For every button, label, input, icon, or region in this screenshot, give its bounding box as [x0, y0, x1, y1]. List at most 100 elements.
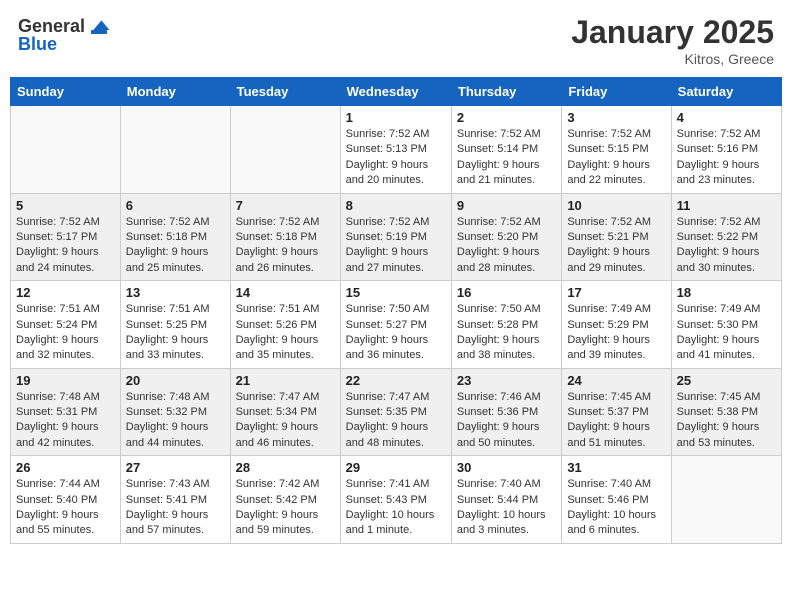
- table-row: [120, 106, 230, 194]
- day-number: 19: [16, 373, 115, 388]
- day-number: 25: [677, 373, 776, 388]
- table-row: 21Sunrise: 7:47 AM Sunset: 5:34 PM Dayli…: [230, 368, 340, 456]
- location-subtitle: Kitros, Greece: [571, 51, 774, 67]
- day-number: 6: [126, 198, 225, 213]
- day-number: 9: [457, 198, 556, 213]
- table-row: 25 Sunrise: 7:45 AM Sunset: 5:38 PM Dayli…: [671, 368, 781, 456]
- day-info: Sunrise: 7:45 AM Sunset: 5:37 PM Dayligh…: [567, 390, 665, 452]
- day-info: Sunrise: 7:40 AM Sunset: 5:46 PM Dayligh…: [567, 477, 665, 539]
- day-info: Sunrise: 7:52 AM Sunset: 5:17 PM Dayligh…: [16, 215, 115, 277]
- table-row: 14 Sunrise: 7:51 AM Sunset: 5:26 PM Dayli…: [230, 281, 340, 369]
- day-number: 27: [126, 460, 225, 475]
- table-row: 1Sunrise: 7:52 AM Sunset: 5:13 PM Daylig…: [340, 106, 451, 194]
- table-row: [230, 106, 340, 194]
- table-row: 16 Sunrise: 7:50 AM Sunset: 5:28 PM Dayli…: [451, 281, 561, 369]
- day-info: Sunrise: 7:52 AM Sunset: 5:14 PM Dayligh…: [457, 127, 556, 189]
- weekday-header-tuesday: Tuesday: [230, 78, 340, 106]
- weekday-header-sunday: Sunday: [11, 78, 121, 106]
- logo-blue-text: Blue: [18, 34, 57, 55]
- table-row: 24 Sunrise: 7:45 AM Sunset: 5:37 PM Dayli…: [562, 368, 671, 456]
- day-number: 2: [457, 110, 556, 125]
- day-info: Sunrise: 7:43 AM Sunset: 5:41 PM Dayligh…: [126, 477, 225, 539]
- table-row: 28Sunrise: 7:42 AM Sunset: 5:42 PM Dayli…: [230, 456, 340, 544]
- day-number: 5: [16, 198, 115, 213]
- table-row: 8 Sunrise: 7:52 AM Sunset: 5:19 PM Daylig…: [340, 193, 451, 281]
- day-number: 10: [567, 198, 665, 213]
- day-number: 8: [346, 198, 446, 213]
- day-info: Sunrise: 7:44 AM Sunset: 5:40 PM Dayligh…: [16, 477, 115, 539]
- day-number: 7: [236, 198, 335, 213]
- day-number: 31: [567, 460, 665, 475]
- day-info: Sunrise: 7:52 AM Sunset: 5:18 PM Dayligh…: [126, 215, 225, 277]
- weekday-header-saturday: Saturday: [671, 78, 781, 106]
- day-number: 22: [346, 373, 446, 388]
- weekday-header-row: SundayMondayTuesdayWednesdayThursdayFrid…: [11, 78, 782, 106]
- calendar-week-row: 19Sunrise: 7:48 AM Sunset: 5:31 PM Dayli…: [11, 368, 782, 456]
- logo: General Blue: [18, 14, 111, 55]
- month-title: January 2025: [571, 14, 774, 51]
- day-number: 30: [457, 460, 556, 475]
- calendar-week-row: 1Sunrise: 7:52 AM Sunset: 5:13 PM Daylig…: [11, 106, 782, 194]
- weekday-header-monday: Monday: [120, 78, 230, 106]
- table-row: 26 Sunrise: 7:44 AM Sunset: 5:40 PM Dayli…: [11, 456, 121, 544]
- table-row: 27 Sunrise: 7:43 AM Sunset: 5:41 PM Dayli…: [120, 456, 230, 544]
- weekday-header-wednesday: Wednesday: [340, 78, 451, 106]
- day-info: Sunrise: 7:41 AM Sunset: 5:43 PM Dayligh…: [346, 477, 446, 539]
- day-number: 12: [16, 285, 115, 300]
- table-row: 30Sunrise: 7:40 AM Sunset: 5:44 PM Dayli…: [451, 456, 561, 544]
- table-row: 17 Sunrise: 7:49 AM Sunset: 5:29 PM Dayli…: [562, 281, 671, 369]
- day-info: Sunrise: 7:52 AM Sunset: 5:15 PM Dayligh…: [567, 127, 665, 189]
- day-info: Sunrise: 7:51 AM Sunset: 5:26 PM Dayligh…: [236, 302, 335, 364]
- day-info: Sunrise: 7:50 AM Sunset: 5:28 PM Dayligh…: [457, 302, 556, 364]
- weekday-header-friday: Friday: [562, 78, 671, 106]
- table-row: 13 Sunrise: 7:51 AM Sunset: 5:25 PM Dayli…: [120, 281, 230, 369]
- day-number: 3: [567, 110, 665, 125]
- day-number: 14: [236, 285, 335, 300]
- table-row: 22 Sunrise: 7:47 AM Sunset: 5:35 PM Dayli…: [340, 368, 451, 456]
- day-info: Sunrise: 7:42 AM Sunset: 5:42 PM Dayligh…: [236, 477, 335, 539]
- day-info: Sunrise: 7:52 AM Sunset: 5:13 PM Dayligh…: [346, 127, 446, 189]
- day-info: Sunrise: 7:52 AM Sunset: 5:20 PM Dayligh…: [457, 215, 556, 277]
- day-info: Sunrise: 7:47 AM Sunset: 5:35 PM Dayligh…: [346, 390, 446, 452]
- table-row: 10Sunrise: 7:52 AM Sunset: 5:21 PM Dayli…: [562, 193, 671, 281]
- calendar-week-row: 5 Sunrise: 7:52 AM Sunset: 5:17 PM Daylig…: [11, 193, 782, 281]
- calendar: SundayMondayTuesdayWednesdayThursdayFrid…: [10, 77, 782, 544]
- day-info: Sunrise: 7:51 AM Sunset: 5:25 PM Dayligh…: [126, 302, 225, 364]
- day-number: 11: [677, 198, 776, 213]
- table-row: 11 Sunrise: 7:52 AM Sunset: 5:22 PM Dayli…: [671, 193, 781, 281]
- title-section: January 2025 Kitros, Greece: [571, 14, 774, 67]
- weekday-header-thursday: Thursday: [451, 78, 561, 106]
- table-row: 31 Sunrise: 7:40 AM Sunset: 5:46 PM Dayli…: [562, 456, 671, 544]
- day-info: Sunrise: 7:49 AM Sunset: 5:30 PM Dayligh…: [677, 302, 776, 364]
- table-row: 23 Sunrise: 7:46 AM Sunset: 5:36 PM Dayli…: [451, 368, 561, 456]
- day-info: Sunrise: 7:46 AM Sunset: 5:36 PM Dayligh…: [457, 390, 556, 452]
- table-row: 7Sunrise: 7:52 AM Sunset: 5:18 PM Daylig…: [230, 193, 340, 281]
- day-number: 18: [677, 285, 776, 300]
- day-number: 13: [126, 285, 225, 300]
- day-number: 24: [567, 373, 665, 388]
- day-info: Sunrise: 7:52 AM Sunset: 5:19 PM Dayligh…: [346, 215, 446, 277]
- day-info: Sunrise: 7:50 AM Sunset: 5:27 PM Dayligh…: [346, 302, 446, 364]
- day-info: Sunrise: 7:52 AM Sunset: 5:16 PM Dayligh…: [677, 127, 776, 189]
- table-row: 15Sunrise: 7:50 AM Sunset: 5:27 PM Dayli…: [340, 281, 451, 369]
- day-info: Sunrise: 7:48 AM Sunset: 5:32 PM Dayligh…: [126, 390, 225, 452]
- day-number: 26: [16, 460, 115, 475]
- day-info: Sunrise: 7:52 AM Sunset: 5:22 PM Dayligh…: [677, 215, 776, 277]
- logo-icon: [87, 14, 111, 38]
- day-number: 20: [126, 373, 225, 388]
- table-row: [671, 456, 781, 544]
- table-row: 12Sunrise: 7:51 AM Sunset: 5:24 PM Dayli…: [11, 281, 121, 369]
- day-number: 4: [677, 110, 776, 125]
- day-number: 23: [457, 373, 556, 388]
- day-number: 17: [567, 285, 665, 300]
- table-row: 18 Sunrise: 7:49 AM Sunset: 5:30 PM Dayli…: [671, 281, 781, 369]
- table-row: 6 Sunrise: 7:52 AM Sunset: 5:18 PM Daylig…: [120, 193, 230, 281]
- header: General Blue January 2025 Kitros, Greece: [10, 10, 782, 71]
- day-info: Sunrise: 7:49 AM Sunset: 5:29 PM Dayligh…: [567, 302, 665, 364]
- day-info: Sunrise: 7:47 AM Sunset: 5:34 PM Dayligh…: [236, 390, 335, 452]
- table-row: 5 Sunrise: 7:52 AM Sunset: 5:17 PM Daylig…: [11, 193, 121, 281]
- day-number: 16: [457, 285, 556, 300]
- day-info: Sunrise: 7:45 AM Sunset: 5:38 PM Dayligh…: [677, 390, 776, 452]
- day-number: 29: [346, 460, 446, 475]
- table-row: 29 Sunrise: 7:41 AM Sunset: 5:43 PM Dayli…: [340, 456, 451, 544]
